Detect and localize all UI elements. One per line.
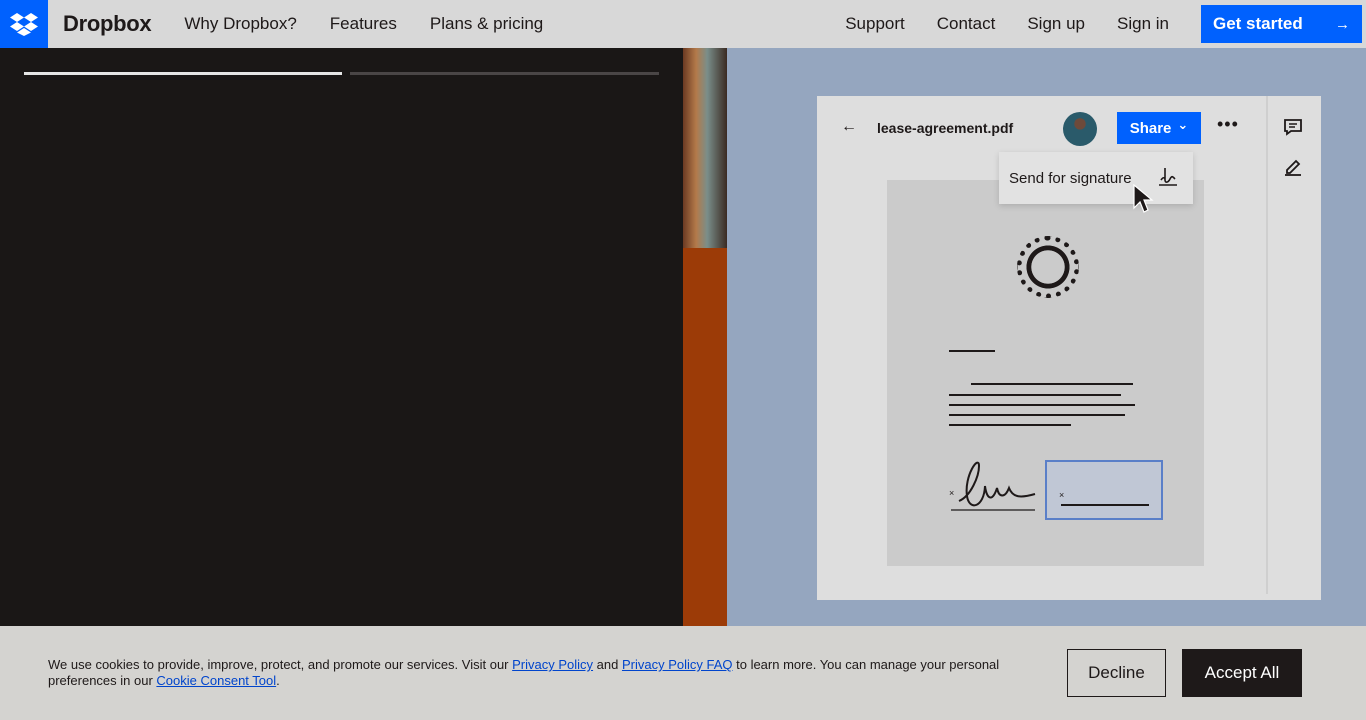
cookie-consent-banner: We use cookies to provide, improve, prot… <box>0 626 1366 720</box>
preview-toolbar: ← lease-agreement.pdf Share ⌄ ••• <box>817 96 1267 160</box>
send-for-signature-label: Send for signature <box>1009 169 1132 187</box>
doc-line <box>949 404 1135 406</box>
handwritten-signature <box>951 461 1036 511</box>
send-for-signature-menu-item[interactable]: Send for signature <box>999 152 1193 204</box>
signature-x-mark: × <box>1059 490 1065 500</box>
file-name: lease-agreement.pdf <box>877 120 1014 136</box>
doc-line <box>949 424 1071 426</box>
signature-x-mark: × <box>949 488 955 498</box>
brand-name[interactable]: Dropbox <box>63 11 152 37</box>
nav-support[interactable]: Support <box>845 14 905 34</box>
privacy-policy-faq-link[interactable]: Privacy Policy FAQ <box>622 657 733 672</box>
cookie-consent-tool-link[interactable]: Cookie Consent Tool <box>156 673 276 688</box>
get-started-label: Get started <box>1213 14 1303 33</box>
signature-icon <box>1157 166 1179 193</box>
cookie-text-part: . <box>276 673 280 688</box>
pencil-icon[interactable] <box>1283 156 1303 181</box>
photo-strip <box>683 48 727 626</box>
document-page: × × <box>887 180 1204 566</box>
share-label: Share <box>1129 119 1172 137</box>
cookie-message: We use cookies to provide, improve, prot… <box>48 657 1008 689</box>
toolbar-divider <box>1266 96 1268 594</box>
top-nav: Dropbox Why Dropbox? Features Plans & pr… <box>0 0 1366 48</box>
decline-button[interactable]: Decline <box>1067 649 1166 697</box>
more-icon[interactable]: ••• <box>1217 114 1239 135</box>
share-button[interactable]: Share ⌄ <box>1117 112 1201 144</box>
arrow-right-icon: → <box>1335 15 1350 33</box>
get-started-button[interactable]: Get started → <box>1201 5 1362 43</box>
nav-plans-pricing[interactable]: Plans & pricing <box>430 14 543 34</box>
doc-line <box>949 350 995 352</box>
dropbox-logo-icon[interactable] <box>0 0 48 48</box>
privacy-policy-link[interactable]: Privacy Policy <box>512 657 593 672</box>
chevron-down-icon: ⌄ <box>1177 117 1189 132</box>
signature-field[interactable]: × <box>1045 460 1163 520</box>
cookie-text-part: We use cookies to provide, improve, prot… <box>48 657 513 672</box>
nav-sign-in[interactable]: Sign in <box>1117 14 1169 34</box>
nav-primary: Why Dropbox? Features Plans & pricing <box>184 14 576 34</box>
video-progress-segment-2[interactable] <box>350 72 659 75</box>
file-preview-card: ← lease-agreement.pdf Share ⌄ ••• × × Se… <box>817 96 1321 600</box>
doc-line <box>949 394 1121 396</box>
doc-line <box>949 414 1125 416</box>
nav-contact[interactable]: Contact <box>937 14 996 34</box>
product-preview: ← lease-agreement.pdf Share ⌄ ••• × × Se… <box>727 48 1366 626</box>
avatar[interactable] <box>1063 112 1097 146</box>
accept-all-button[interactable]: Accept All <box>1182 649 1302 697</box>
doc-line <box>971 383 1133 385</box>
nav-sign-up[interactable]: Sign up <box>1027 14 1085 34</box>
back-arrow-icon[interactable]: ← <box>841 118 857 136</box>
cookie-text-part: and <box>593 657 622 672</box>
nav-features[interactable]: Features <box>330 14 397 34</box>
video-progress-segment-1[interactable] <box>24 72 342 75</box>
seal-icon <box>1017 236 1079 298</box>
comment-icon[interactable] <box>1283 118 1303 141</box>
signature-line <box>1061 504 1149 506</box>
photo-strip-image <box>683 48 727 248</box>
hero-video[interactable] <box>0 48 683 626</box>
nav-secondary: Support Contact Sign up Sign in Get star… <box>845 0 1366 48</box>
nav-why-dropbox[interactable]: Why Dropbox? <box>184 14 296 34</box>
